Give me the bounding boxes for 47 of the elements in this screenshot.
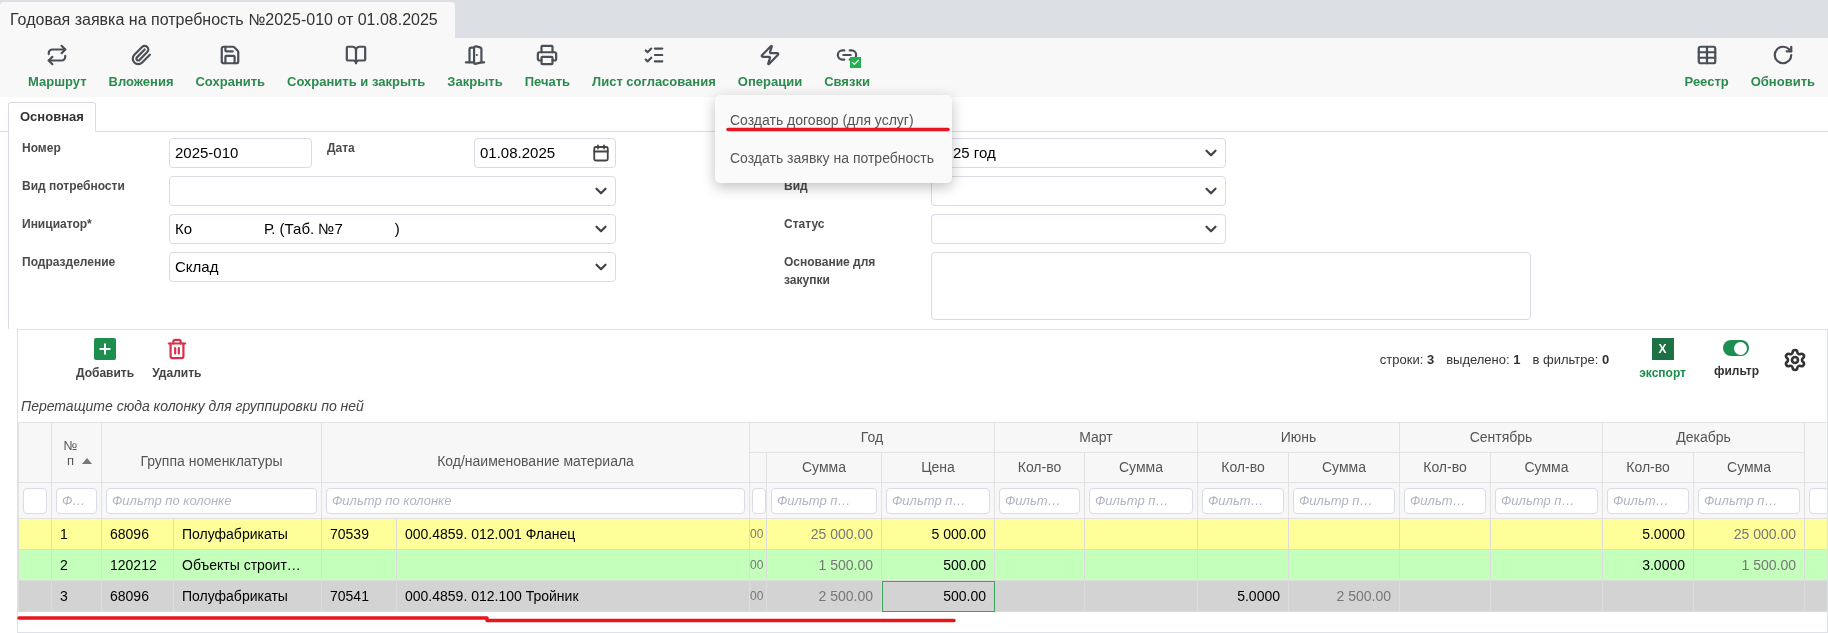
table-cell: 3.0000	[1642, 556, 1685, 573]
table-cell: 00	[750, 589, 764, 603]
tab-title: Годовая заявка на потребность №2025-010 от 01.08.2025	[10, 10, 438, 30]
table-cell: 000.4859. 012.100 Тройник	[405, 587, 579, 604]
table-cell: 25 000.00	[1733, 525, 1796, 542]
table-cell: 2	[60, 556, 68, 573]
table-cell: 1 500.00	[818, 556, 873, 573]
group-hint: Перетащите сюда колонку для группировки по ней	[21, 396, 364, 416]
table-cell: 3	[60, 587, 68, 604]
field-label: Дата	[327, 140, 356, 157]
table-cell: 70541	[330, 587, 369, 604]
table-cell: 70539	[330, 525, 369, 542]
field-label: Подразделение	[22, 254, 117, 271]
stat-text: выделено: 1	[1446, 351, 1521, 370]
stat-text: строки: 3	[1379, 351, 1435, 370]
table-cell: 000.4859. 012.001 Фланец	[405, 525, 576, 542]
table-cell: 500.00	[943, 587, 986, 604]
column-group-header: Июнь	[1280, 429, 1317, 445]
table-cell: 2 500.00	[1336, 587, 1391, 604]
field-label: Номер	[22, 140, 62, 157]
table-cell: 00	[750, 527, 764, 541]
table-cell: Объекты строит…	[182, 556, 301, 573]
table-cell: 00	[750, 558, 764, 572]
field-label: Статус	[784, 216, 826, 233]
column-group-header: Декабрь	[1676, 429, 1731, 445]
column-group-header: Сентябрь	[1469, 429, 1533, 445]
table-cell: 5.0000	[1642, 525, 1685, 542]
table-cell: 68096	[110, 587, 149, 604]
table-cell: 1	[60, 525, 68, 542]
table-cell: Полуфабрикаты	[182, 525, 288, 542]
field-label: Инициатор*	[22, 216, 93, 233]
table-cell: Полуфабрикаты	[182, 587, 288, 604]
field-label: Основание для закупки	[784, 254, 877, 289]
excel-icon: X	[1651, 338, 1674, 360]
stat-text: в фильтре: 0	[1532, 351, 1610, 370]
column-group-header: Год	[860, 429, 884, 445]
column-group-header: Март	[1079, 429, 1113, 445]
table-cell: 5 000.00	[931, 525, 986, 542]
switch-label: фильтр	[1713, 363, 1759, 380]
field-label: Вид потребности	[22, 178, 126, 195]
table-cell: 25 000.00	[810, 525, 873, 542]
table-cell: 68096	[110, 525, 149, 542]
table-cell: 5.0000	[1237, 587, 1280, 604]
table-cell: 120212	[110, 556, 157, 573]
table-cell: 500.00	[943, 556, 986, 573]
table-cell: 1 500.00	[1741, 556, 1796, 573]
table-cell: 2 500.00	[818, 587, 873, 604]
